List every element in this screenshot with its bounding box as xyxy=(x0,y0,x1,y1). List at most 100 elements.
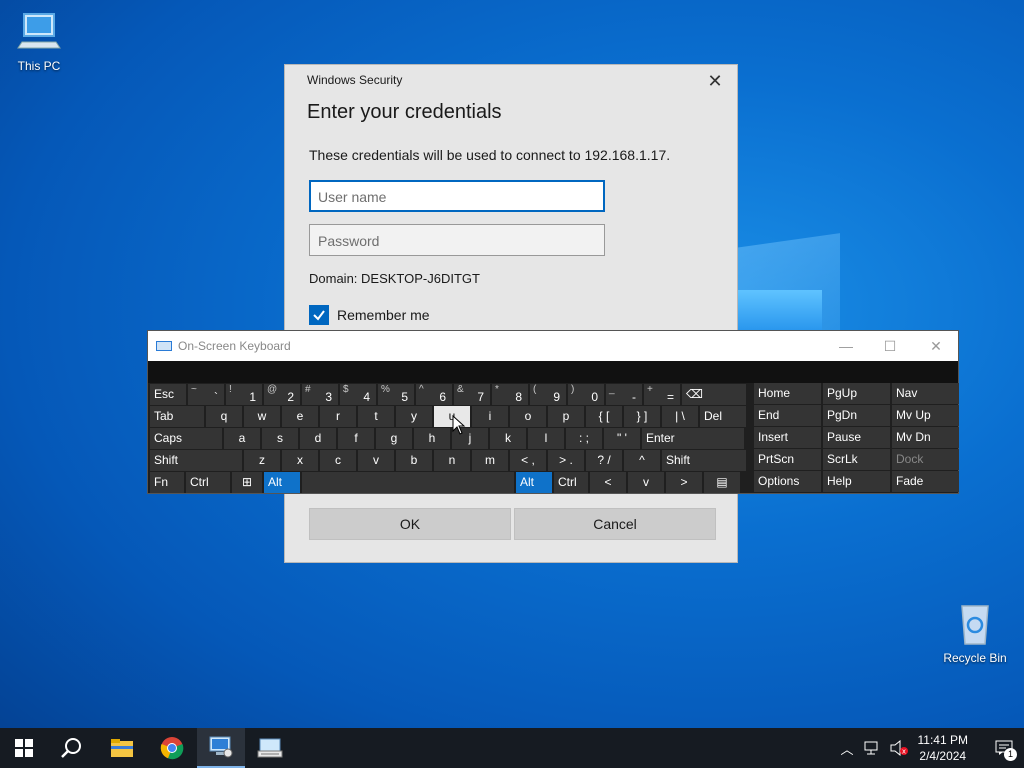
username-input[interactable]: User name xyxy=(309,180,605,212)
key-esc[interactable]: Esc xyxy=(150,384,186,405)
search-button[interactable] xyxy=(48,728,96,768)
key-y[interactable]: y xyxy=(396,406,432,427)
key-right-ctrl[interactable]: Ctrl xyxy=(554,472,588,493)
key-backtick[interactable]: ~ ` xyxy=(188,384,224,405)
key-q[interactable]: q xyxy=(206,406,242,427)
key-4[interactable]: $4 xyxy=(340,384,376,405)
key-prtscn[interactable]: PrtScn xyxy=(754,449,821,470)
key-minus[interactable]: _ - xyxy=(606,384,642,405)
key-backslash[interactable]: | \ xyxy=(662,406,698,427)
key-v[interactable]: v xyxy=(358,450,394,471)
key-space[interactable] xyxy=(302,472,514,493)
osk-minimize-button[interactable]: — xyxy=(824,331,868,361)
key-del[interactable]: Del xyxy=(700,406,746,427)
key-right-bracket[interactable]: } ] xyxy=(624,406,660,427)
key-pgup[interactable]: PgUp xyxy=(823,383,890,404)
key-down-arrow[interactable]: v xyxy=(628,472,664,493)
key-k[interactable]: k xyxy=(490,428,526,449)
dialog-close-button[interactable]: ✕ xyxy=(703,69,727,93)
key-d[interactable]: d xyxy=(300,428,336,449)
key-s[interactable]: s xyxy=(262,428,298,449)
key-r[interactable]: r xyxy=(320,406,356,427)
key-tab[interactable]: Tab xyxy=(150,406,204,427)
desktop-icon-this-pc[interactable]: This PC xyxy=(0,8,78,73)
key-b[interactable]: b xyxy=(396,450,432,471)
key-windows[interactable]: ⊞ xyxy=(232,472,262,493)
key-options[interactable]: Options xyxy=(754,471,821,492)
key-pause[interactable]: Pause xyxy=(823,427,890,448)
key-2[interactable]: @2 xyxy=(264,384,300,405)
key-mv-up[interactable]: Mv Up xyxy=(892,405,959,426)
key-g[interactable]: g xyxy=(376,428,412,449)
key-w[interactable]: w xyxy=(244,406,280,427)
key-p[interactable]: p xyxy=(548,406,584,427)
password-input[interactable]: Password xyxy=(309,224,605,256)
key-3[interactable]: #3 xyxy=(302,384,338,405)
key-5[interactable]: % 5 xyxy=(378,384,414,405)
key-left-ctrl[interactable]: Ctrl xyxy=(186,472,230,493)
key-dock[interactable]: Dock xyxy=(892,449,959,470)
key-f[interactable]: f xyxy=(338,428,374,449)
key-z[interactable]: z xyxy=(244,450,280,471)
action-center-button[interactable]: 1 xyxy=(984,728,1024,768)
key-comma[interactable]: < , xyxy=(510,450,546,471)
key-quote[interactable]: " ' xyxy=(604,428,640,449)
network-icon[interactable] xyxy=(864,741,882,755)
key-caps[interactable]: Caps xyxy=(150,428,222,449)
key-0[interactable]: ) 0 xyxy=(568,384,604,405)
key-mv-dn[interactable]: Mv Dn xyxy=(892,427,959,448)
key-nav[interactable]: Nav xyxy=(892,383,959,404)
ok-button[interactable]: OK xyxy=(309,508,511,540)
key-equals[interactable]: + = xyxy=(644,384,680,405)
key-x[interactable]: x xyxy=(282,450,318,471)
key-7[interactable]: & 7 xyxy=(454,384,490,405)
key-help[interactable]: Help xyxy=(823,471,890,492)
key-backspace[interactable]: ⌫ xyxy=(682,384,746,405)
osk-maximize-button[interactable]: ☐ xyxy=(868,331,912,361)
key-h[interactable]: h xyxy=(414,428,450,449)
chevron-up-icon[interactable]: ︿ xyxy=(841,739,854,758)
key-9[interactable]: (9 xyxy=(530,384,566,405)
desktop-icon-recycle-bin[interactable]: Recycle Bin xyxy=(936,600,1014,665)
key-end[interactable]: End xyxy=(754,405,821,426)
volume-muted-icon[interactable]: x xyxy=(890,740,908,756)
key-a[interactable]: a xyxy=(224,428,260,449)
key-right-alt[interactable]: Alt xyxy=(516,472,552,493)
key-up-arrow[interactable]: ^ xyxy=(624,450,660,471)
key-c[interactable]: c xyxy=(320,450,356,471)
remember-me-checkbox[interactable]: Remember me xyxy=(309,305,430,325)
key-t[interactable]: t xyxy=(358,406,394,427)
key-1[interactable]: ! 1 xyxy=(226,384,262,405)
key-left-alt[interactable]: Alt xyxy=(264,472,300,493)
taskbar-on-screen-keyboard[interactable] xyxy=(246,728,294,768)
key-pgdn[interactable]: PgDn xyxy=(823,405,890,426)
key-6[interactable]: ^ 6 xyxy=(416,384,452,405)
key-8[interactable]: * 8 xyxy=(492,384,528,405)
taskbar-file-explorer[interactable] xyxy=(98,728,146,768)
key-right-arrow[interactable]: > xyxy=(666,472,702,493)
key-insert[interactable]: Insert xyxy=(754,427,821,448)
key-enter[interactable]: Enter xyxy=(642,428,744,449)
taskbar-chrome[interactable] xyxy=(148,728,196,768)
key-left-shift[interactable]: Shift xyxy=(150,450,242,471)
key-semicolon[interactable]: : ; xyxy=(566,428,602,449)
osk-close-button[interactable]: ✕ xyxy=(914,331,958,361)
key-m[interactable]: m xyxy=(472,450,508,471)
key-slash[interactable]: ? / xyxy=(586,450,622,471)
key-left-arrow[interactable]: < xyxy=(590,472,626,493)
taskbar-clock[interactable]: 11:41 PM 2/4/2024 xyxy=(918,732,968,764)
key-n[interactable]: n xyxy=(434,450,470,471)
key-period[interactable]: > . xyxy=(548,450,584,471)
key-l[interactable]: l xyxy=(528,428,564,449)
key-e[interactable]: e xyxy=(282,406,318,427)
key-right-shift[interactable]: Shift xyxy=(662,450,746,471)
key-i[interactable]: i xyxy=(472,406,508,427)
key-home[interactable]: Home xyxy=(754,383,821,404)
key-fn[interactable]: Fn xyxy=(150,472,184,493)
start-button[interactable] xyxy=(0,728,48,768)
taskbar-remote-desktop[interactable] xyxy=(197,728,245,768)
key-menu[interactable]: ▤ xyxy=(704,472,740,493)
key-left-bracket[interactable]: { [ xyxy=(586,406,622,427)
key-fade[interactable]: Fade xyxy=(892,471,959,492)
cancel-button[interactable]: Cancel xyxy=(514,508,716,540)
